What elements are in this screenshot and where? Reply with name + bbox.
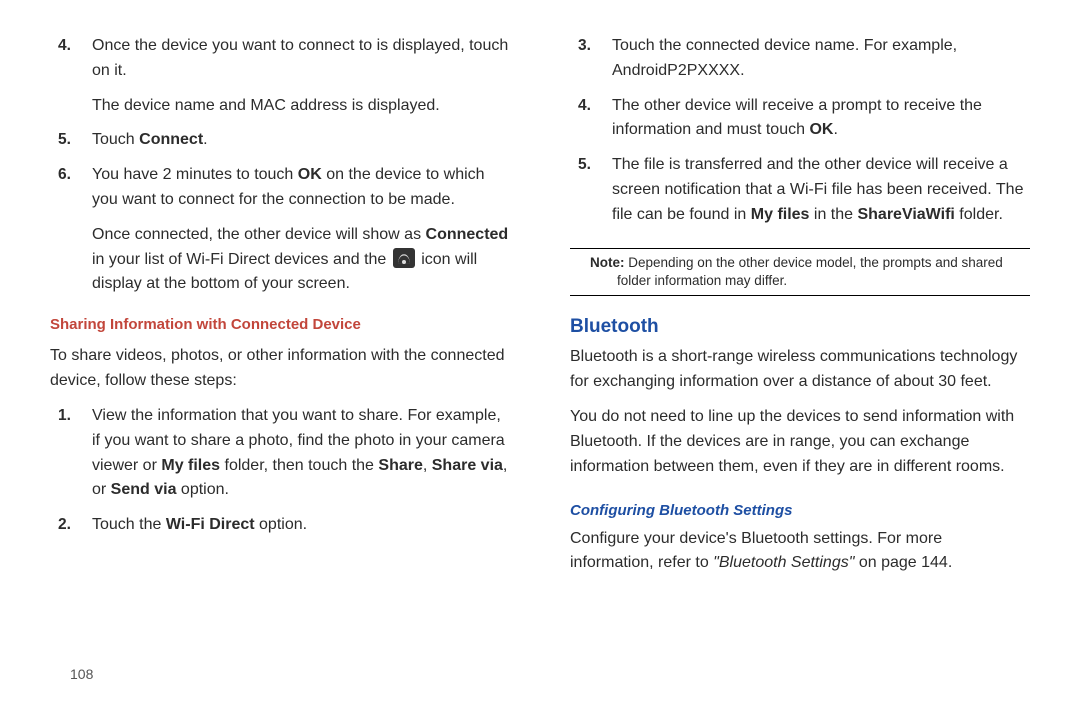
step-number: 4. [58,34,71,58]
step-item: 4. The other device will receive a promp… [570,94,1030,144]
step-text: The file is transferred and the other de… [612,156,1023,223]
steps-list-b: 1. View the information that you want to… [50,404,510,548]
step-text: The other device will receive a prompt t… [612,97,982,139]
step-subline: The device name and MAC address is displ… [50,94,510,119]
step-text: You have 2 minutes to touch OK on the de… [92,166,485,208]
step-number: 3. [578,34,591,58]
step-item: 4. Once the device you want to connect t… [50,34,510,84]
step-subline: Once connected, the other device will sh… [50,223,510,297]
step-item: 5. The file is transferred and the other… [570,153,1030,227]
step-text: View the information that you want to sh… [92,407,507,498]
note-label: Note: [590,255,625,270]
sharing-intro: To share videos, photos, or other inform… [50,344,510,394]
page-number: 108 [70,664,93,686]
step-number: 6. [58,163,71,187]
step-number: 4. [578,94,591,118]
step-text: Touch the connected device name. For exa… [612,37,957,79]
step-number: 5. [58,128,71,152]
wifi-direct-icon [393,248,415,268]
step-item: 3. Touch the connected device name. For … [570,34,1030,84]
bluetooth-para-1: Bluetooth is a short-range wireless comm… [570,345,1030,395]
step-text: Touch the Wi-Fi Direct option. [92,516,307,533]
steps-list-right: 3. Touch the connected device name. For … [570,34,1030,238]
manual-page: 4. Once the device you want to connect t… [0,0,1080,720]
heading-bluetooth: Bluetooth [570,312,1030,341]
step-number: 2. [58,513,71,537]
bluetooth-para-2: You do not need to line up the devices t… [570,405,1030,479]
step-item: 5. Touch Connect. [50,128,510,153]
right-column: 3. Touch the connected device name. For … [564,34,1030,700]
subheading-sharing: Sharing Information with Connected Devic… [50,313,510,336]
note-box: Note: Depending on the other device mode… [570,248,1030,296]
step-text: Touch Connect. [92,131,208,148]
configuring-para: Configure your device's Bluetooth settin… [570,527,1030,577]
step-item: 2. Touch the Wi-Fi Direct option. [50,513,510,538]
step-subtext: The device name and MAC address is displ… [92,97,440,114]
step-item: 6. You have 2 minutes to touch OK on the… [50,163,510,213]
step-subtext-with-icon: Once connected, the other device will sh… [92,226,508,293]
left-column: 4. Once the device you want to connect t… [50,34,516,700]
note-text: Depending on the other device model, the… [617,255,1003,288]
steps-list-a: 4. Once the device you want to connect t… [50,34,510,307]
step-text: Once the device you want to connect to i… [92,37,508,79]
subheading-configuring: Configuring Bluetooth Settings [570,499,1030,522]
step-number: 5. [578,153,591,177]
step-number: 1. [58,404,71,428]
step-item: 1. View the information that you want to… [50,404,510,503]
